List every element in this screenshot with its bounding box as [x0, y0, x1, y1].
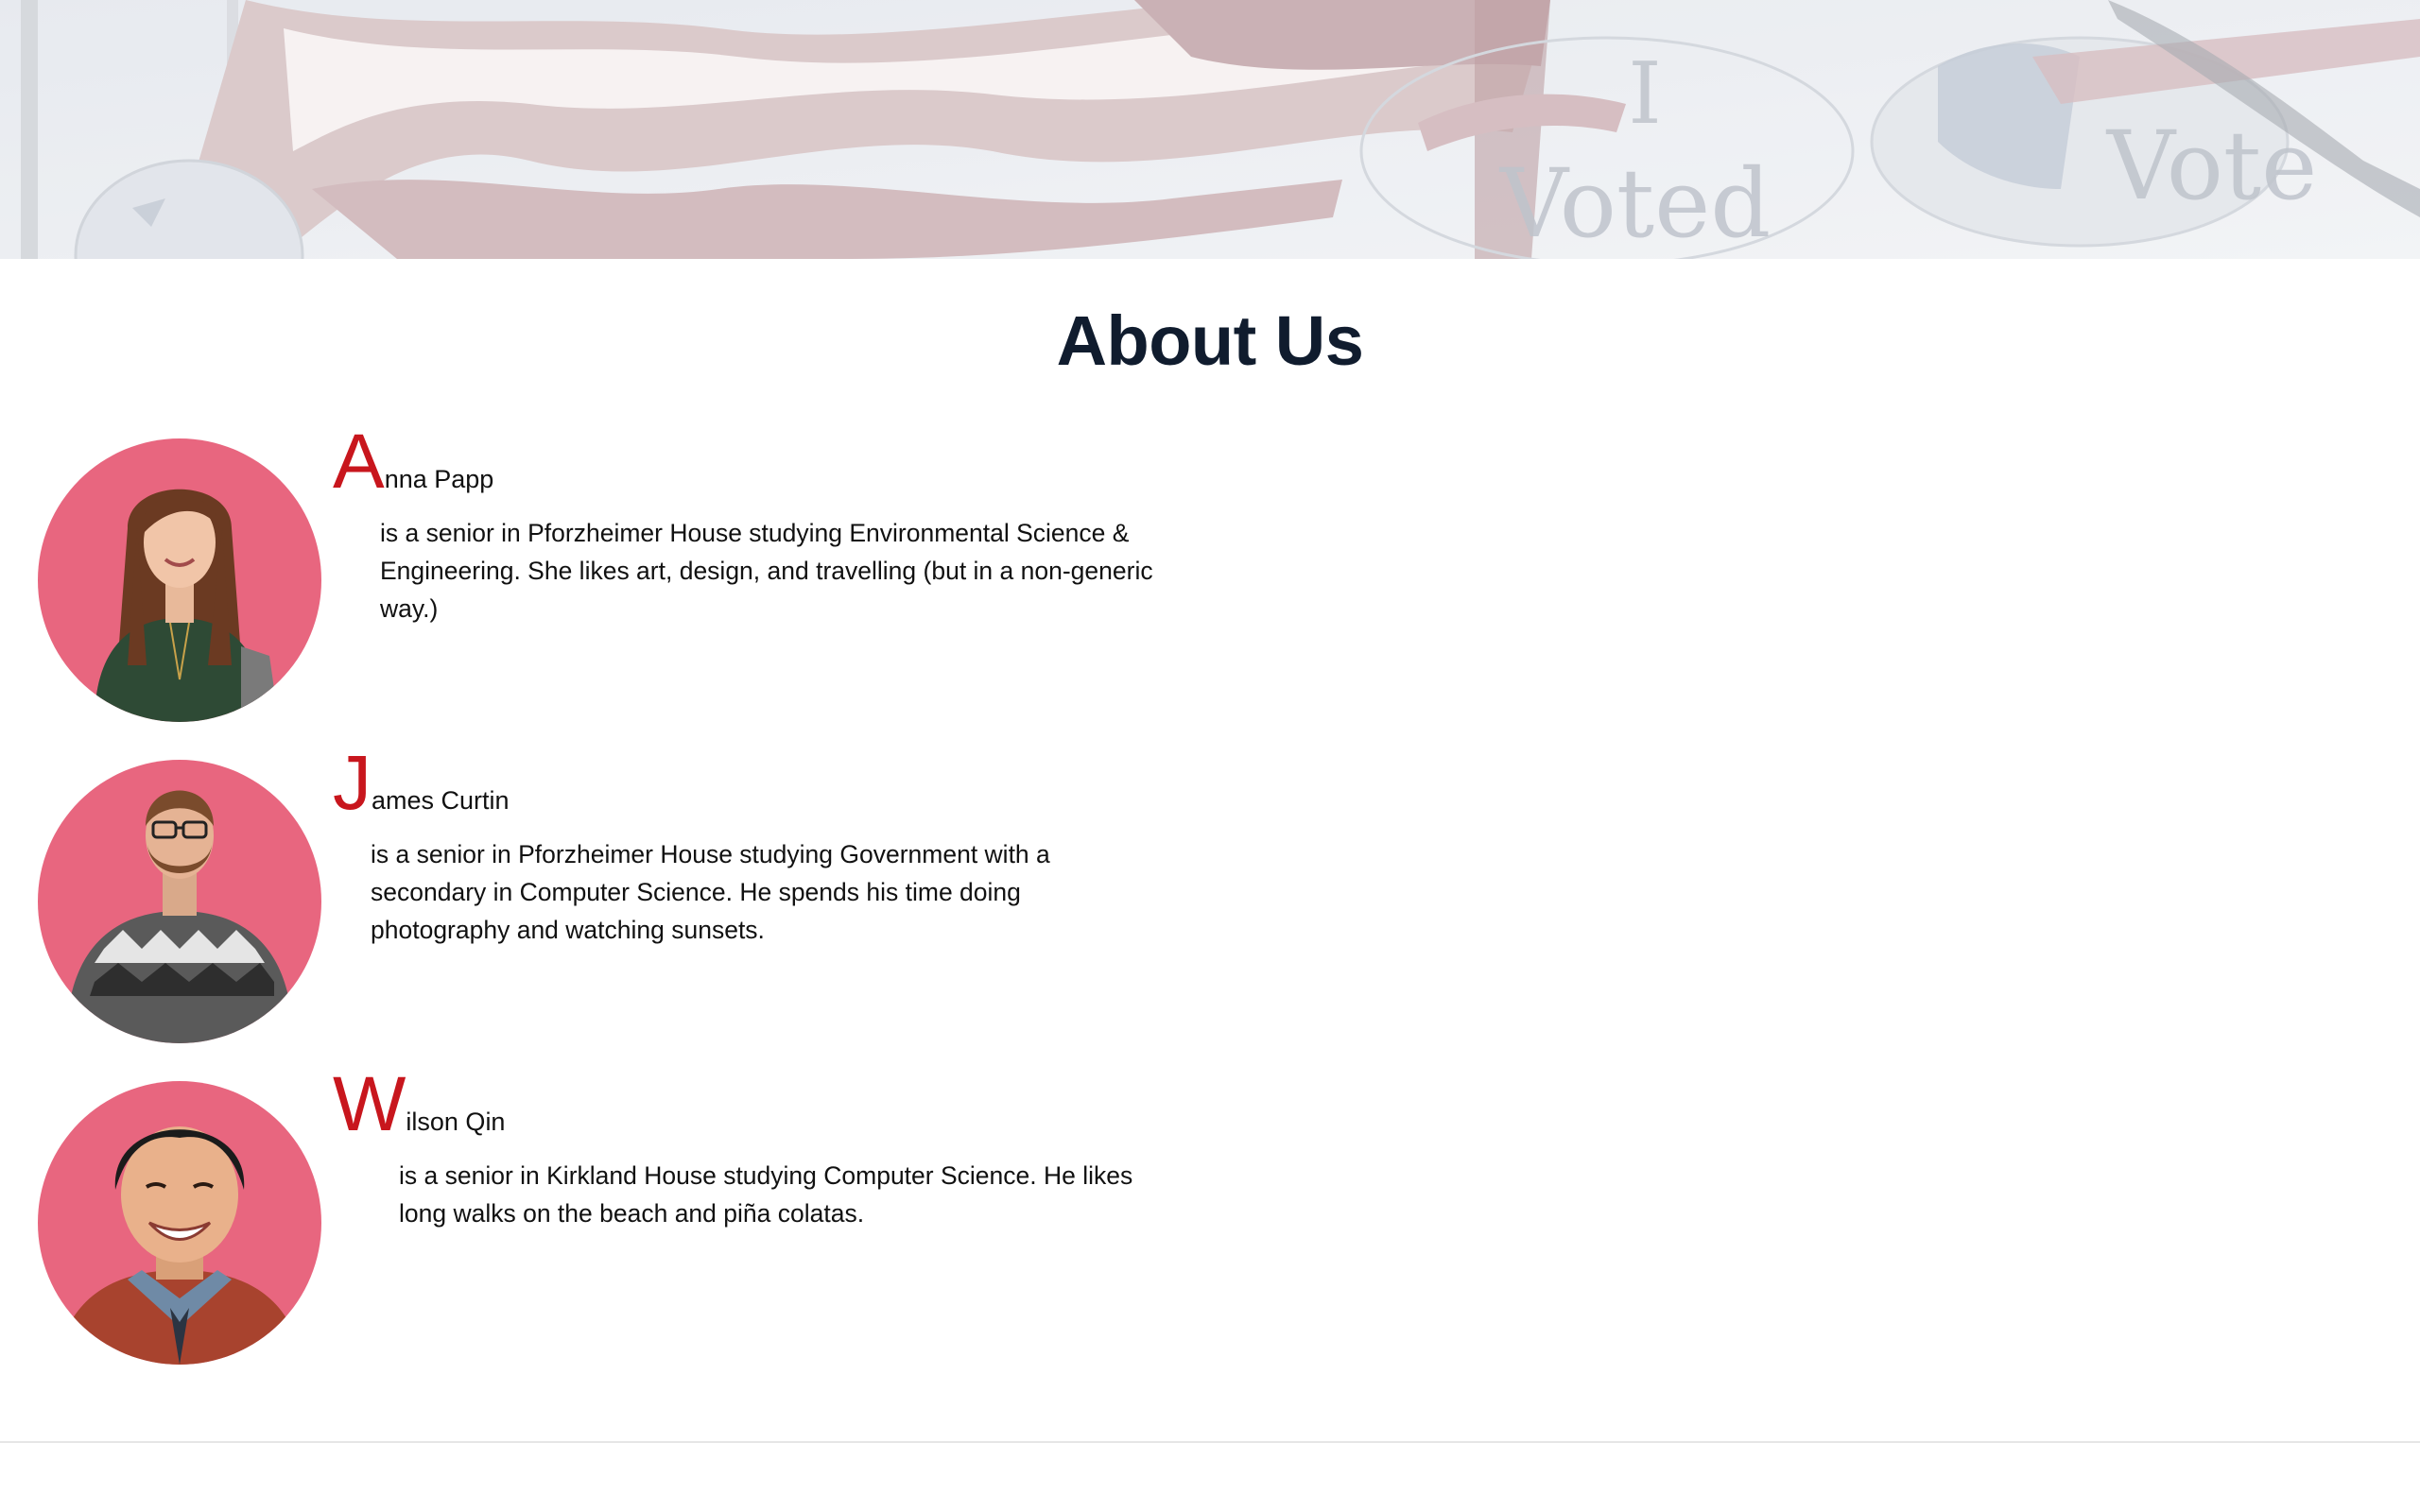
name-rest: ilson Qin: [406, 1108, 506, 1136]
name-initial: W: [333, 1061, 406, 1147]
member-name: Wilson Qin: [333, 1066, 505, 1143]
portrait-image: [95, 489, 279, 722]
flag-banner-image: I Voted Vote: [0, 0, 2420, 259]
team-member-card: James Curtin is a senior in Pforzheimer …: [38, 745, 1172, 1053]
avatar-wilson: [38, 1081, 321, 1365]
name-initial: A: [333, 419, 385, 505]
page-title: About Us: [1056, 301, 1364, 380]
portrait-image: [66, 790, 293, 1043]
avatar-anna: [38, 438, 321, 722]
name-rest: nna Papp: [384, 465, 494, 493]
member-name: Anna Papp: [333, 423, 493, 501]
hero-banner: I Voted Vote: [0, 0, 2420, 259]
team-member-card: Anna Papp is a senior in Pforzheimer Hou…: [38, 423, 1172, 731]
member-name: James Curtin: [333, 745, 510, 822]
member-bio: is a senior in Kirkland House studying C…: [399, 1161, 1133, 1228]
member-bio: is a senior in Pforzheimer House studyin…: [380, 519, 1153, 623]
name-initial: J: [333, 740, 372, 826]
name-rest: ames Curtin: [372, 786, 510, 815]
member-bio: is a senior in Pforzheimer House studyin…: [371, 840, 1050, 944]
avatar-james: [38, 760, 321, 1043]
team-member-card: Wilson Qin is a senior in Kirkland House…: [38, 1066, 1172, 1374]
footer-divider: [0, 1441, 2420, 1443]
portrait-image: [57, 1126, 302, 1365]
